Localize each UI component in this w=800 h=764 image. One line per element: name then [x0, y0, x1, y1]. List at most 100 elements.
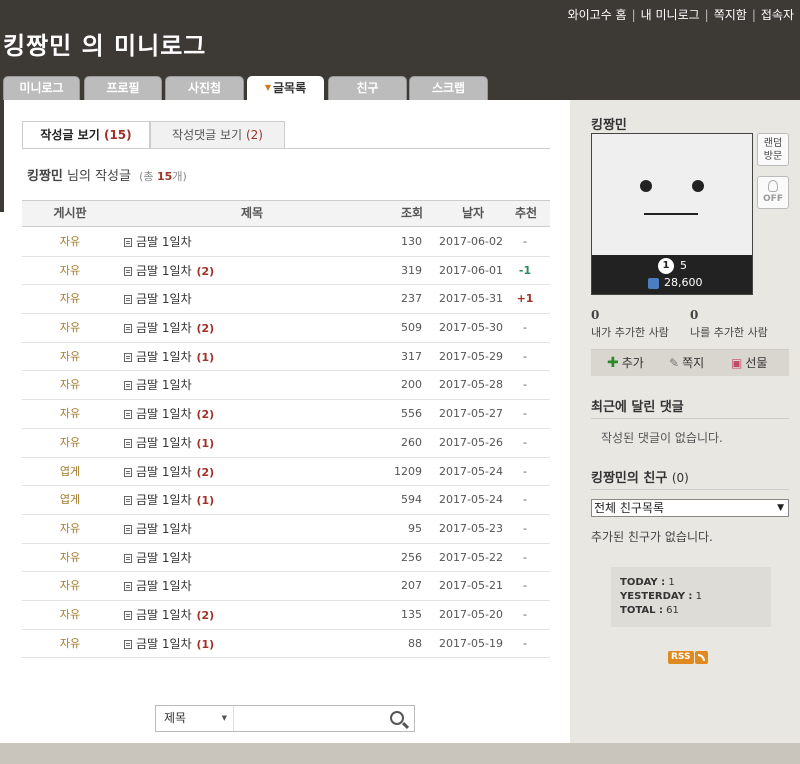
tab-photo-album[interactable]: 사진첩 [165, 76, 244, 100]
row-board[interactable]: 자유 [22, 572, 118, 600]
row-board[interactable]: 엽게 [22, 486, 118, 514]
row-date: 2017-05-29 [439, 349, 503, 363]
random-visit-button[interactable]: 랜덤 방문 [757, 133, 789, 166]
document-icon [124, 266, 132, 276]
add-friend-button[interactable]: ✚ 추가 [607, 350, 644, 376]
row-board[interactable]: 자유 [22, 630, 118, 658]
row-board[interactable]: 자유 [22, 400, 118, 428]
sidebar: 킹짱민 1 5 28,600 랜덤 방문 OFF 0 내가 추가한 사람 0 나를 … [571, 100, 800, 743]
row-views: 256 [401, 550, 422, 564]
row-views: 95 [408, 521, 422, 535]
link-visitors[interactable]: 접속자 [761, 8, 794, 22]
link-my-minilog[interactable]: 내 미니로그 [641, 8, 700, 22]
row-title: 금딸 1일차 [136, 579, 192, 594]
col-date: 날자 [461, 206, 485, 220]
row-date: 2017-06-02 [439, 235, 503, 248]
footer [0, 743, 800, 764]
row-title: 금딸 1일차 [136, 493, 192, 508]
row-title-link[interactable]: 금딸 1일차 (2) [124, 400, 214, 429]
row-board[interactable]: 자유 [22, 429, 118, 457]
document-icon [124, 438, 132, 448]
subtab-my-comments-count: (2) [245, 128, 263, 142]
row-board[interactable]: 자유 [22, 343, 118, 371]
friends-list-select[interactable]: 전체 친구목록 ▼ [591, 499, 789, 517]
row-board[interactable]: 자유 [22, 515, 118, 543]
table-row: 자유 금딸 1일차 (1) 88 2017-05-19- [22, 630, 550, 659]
row-title-link[interactable]: 금딸 1일차 (2) [124, 458, 214, 487]
tab-minilog[interactable]: 미니로그 [3, 76, 80, 100]
stat-added-me-label[interactable]: 나를 추가한 사람 [690, 326, 768, 339]
row-views: 260 [401, 435, 422, 449]
owner-name: 킹짱민 [591, 118, 627, 133]
visits-today: TODAY : 1 [620, 576, 771, 590]
row-title-link[interactable]: 금딸 1일차 (2) [124, 314, 214, 343]
row-title-link[interactable]: 금딸 1일차 (1) [124, 343, 214, 372]
header: 와이고수 홈 | 내 미니로그 | 쪽지함 | 접속자 킹짱민 의 미니로그 미니로그 프로… [0, 0, 800, 100]
tab-scrap[interactable]: 스크랩 [409, 76, 488, 100]
light-toggle-button[interactable]: OFF [757, 176, 789, 209]
row-recommend: - [523, 407, 527, 421]
table-row: 자유 금딸 1일차 (2) 509 2017-05-30- [22, 314, 550, 343]
document-icon [124, 295, 132, 305]
visits-total-value: 61 [666, 605, 679, 616]
row-views: 317 [401, 349, 422, 363]
table-row: 자유 금딸 1일차 (2) 319 2017-06-01 -1 [22, 257, 550, 286]
send-note-button[interactable]: ✎ 쪽지 [669, 350, 704, 376]
tab-post-list-label: 글목록 [273, 81, 307, 95]
row-title-link[interactable]: 금딸 1일차 [124, 572, 193, 601]
row-board[interactable]: 자유 [22, 257, 118, 285]
row-board[interactable]: 자유 [22, 285, 118, 313]
subtab-my-posts[interactable]: 작성글 보기 (15) [22, 121, 150, 149]
row-comment-count: (2) [196, 322, 215, 336]
tab-post-list[interactable]: ▼ 글목록 [247, 76, 324, 100]
search-icon[interactable] [390, 711, 404, 725]
bulb-icon [768, 180, 778, 192]
chevron-down-icon: ▼ [221, 714, 227, 722]
tab-profile[interactable]: 프로필 [84, 76, 162, 100]
action-bar: ✚ 추가 ✎ 쪽지 ▣ 선물 [591, 349, 789, 376]
row-title-link[interactable]: 금딸 1일차 (2) [124, 601, 214, 630]
link-message-box[interactable]: 쪽지함 [714, 8, 747, 22]
row-title-link[interactable]: 금딸 1일차 (1) [124, 630, 214, 659]
col-board: 게시판 [53, 206, 87, 220]
row-views: 135 [401, 607, 422, 621]
document-icon [124, 582, 132, 592]
search-scope-select[interactable]: 제목 ▼ [156, 706, 234, 731]
row-title-link[interactable]: 금딸 1일차 (2) [124, 257, 214, 286]
row-board[interactable]: 자유 [22, 228, 118, 256]
row-title-link[interactable]: 금딸 1일차 (1) [124, 429, 214, 458]
tab-friends[interactable]: 친구 [328, 76, 407, 100]
search-input[interactable] [236, 708, 376, 729]
table-row: 자유 금딸 1일차 237 2017-05-31 +1 [22, 285, 550, 315]
rss-button[interactable]: RSS [668, 651, 708, 664]
row-views: 130 [401, 235, 422, 248]
send-note-label: 쪽지 [682, 356, 705, 370]
visitor-counter: TODAY : 1 YESTERDAY : 1 TOTAL : 61 [611, 567, 771, 627]
caret-down-icon: ▼ [264, 83, 272, 92]
divider [591, 489, 789, 490]
note-icon: ✎ [669, 356, 680, 370]
gift-icon: ▣ [731, 356, 743, 370]
row-title-link[interactable]: 금딸 1일차 [124, 285, 193, 314]
gift-button[interactable]: ▣ 선물 [731, 350, 767, 376]
row-comment-count: (2) [196, 264, 215, 278]
row-title-link[interactable]: 금딸 1일차 [124, 515, 193, 544]
stat-added-by-me-label[interactable]: 내가 추가한 사람 [591, 326, 669, 339]
row-title-link[interactable]: 금딸 1일차 [124, 371, 193, 400]
row-title-link[interactable]: 금딸 1일차 (1) [124, 486, 214, 515]
row-board[interactable]: 엽게 [22, 458, 118, 486]
link-yigosu-home[interactable]: 와이고수 홈 [568, 8, 627, 22]
row-title-link[interactable]: 금딸 1일차 [124, 228, 193, 257]
row-title-link[interactable]: 금딸 1일차 [124, 544, 193, 573]
table-row: 엽게 금딸 1일차 (2) 1209 2017-05-24- [22, 458, 550, 487]
row-board[interactable]: 자유 [22, 601, 118, 629]
row-board[interactable]: 자유 [22, 314, 118, 342]
recent-comments-empty: 작성된 댓글이 없습니다. [601, 431, 723, 445]
stat-added-me-count: 0 [690, 308, 699, 322]
row-board[interactable]: 자유 [22, 371, 118, 399]
row-date: 2017-05-27 [439, 407, 503, 421]
subtab-my-comments[interactable]: 작성댓글 보기 (2) [150, 121, 285, 149]
points-value: 28,600 [664, 276, 703, 289]
friends-select-value: 전체 친구목록 [594, 501, 665, 515]
row-board[interactable]: 자유 [22, 544, 118, 572]
